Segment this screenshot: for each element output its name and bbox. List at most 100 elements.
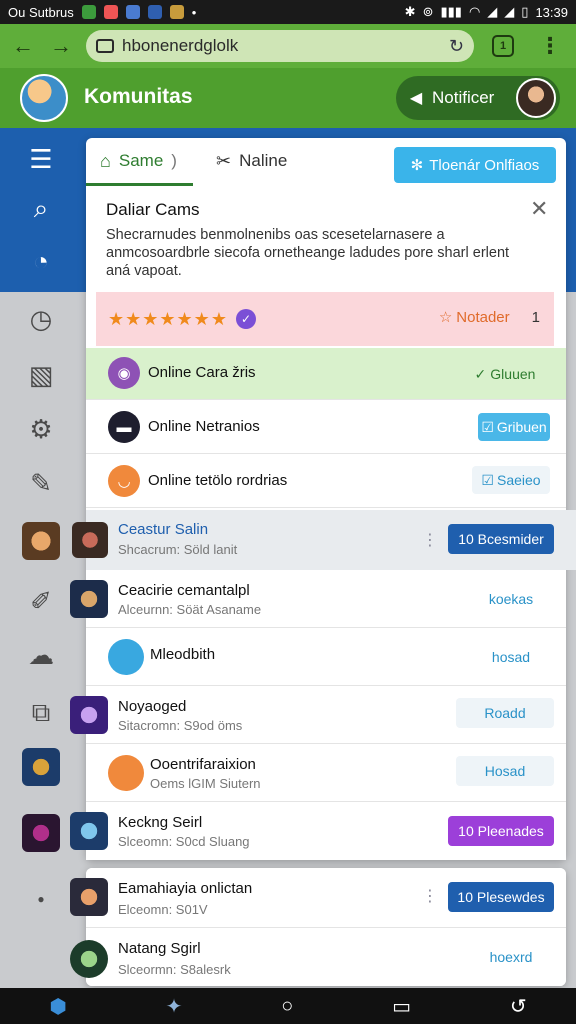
game-avatar[interactable] (22, 522, 60, 560)
drag-handle-icon[interactable]: ⋮ (422, 530, 438, 550)
row-action-button[interactable]: ☑ Gribuen (478, 413, 550, 441)
list-item[interactable]: Noyaoged Sitacromn: S9od öms Roadd (86, 686, 566, 744)
recents-icon[interactable]: ▭ (392, 994, 411, 1019)
game-avatar[interactable] (70, 696, 108, 734)
rating-count: 1 (531, 308, 540, 326)
menu-icon[interactable]: ☰ (22, 140, 60, 178)
profile-avatar[interactable] (516, 78, 556, 118)
game-avatar[interactable] (70, 940, 108, 978)
notification-label: Notificer (432, 88, 495, 107)
pencil-icon[interactable]: ✎ (22, 464, 60, 502)
wifi-icon: ◠ (468, 4, 481, 19)
item-name: Keckng Seirl (118, 814, 203, 831)
online-row[interactable]: ▬ Online Netranios ☑ Gribuen (86, 400, 566, 454)
game-icon: ◉ (108, 357, 140, 389)
user-avatar[interactable] (20, 74, 68, 122)
close-icon[interactable]: ✕ (530, 196, 548, 222)
edit-icon: ☑ (481, 471, 494, 488)
list-item[interactable]: Ooentrifaraixion Oems lGIM Siutern Hosad (86, 744, 566, 802)
browser-toolbar: ← → hbonenerdglolk ↻ 1 ⋮ (0, 24, 576, 68)
rotate-icon[interactable]: ↺ (510, 994, 527, 1019)
item-action-button[interactable]: Hosad (456, 756, 554, 786)
list-item[interactable]: Ceastur Salin Shcacrum: Söld lanit ⋮ 10 … (86, 510, 576, 570)
megaphone-icon: ◀ (409, 90, 423, 107)
rating-label: Notader (456, 308, 510, 326)
gear-icon[interactable]: ⚙ (22, 410, 60, 448)
game-avatar (108, 755, 144, 791)
item-action-button[interactable]: hosad (468, 642, 554, 672)
more-menu-icon[interactable]: ⋮ (538, 32, 562, 60)
row-label: Online Cara žris (148, 364, 256, 381)
carrier-label: Ou Sutbrus (8, 4, 74, 20)
game-avatar[interactable] (70, 878, 108, 916)
verified-icon: ✓ (235, 309, 256, 329)
copy-icon[interactable]: ⧉ (22, 694, 60, 732)
drag-handle-icon[interactable]: ⋮ (422, 886, 438, 906)
online-row[interactable]: ◡ Online tetölo rordrias ☑ Saeieo (86, 454, 566, 508)
action-label: Saeieo (496, 472, 541, 488)
list-item[interactable]: Ceacirie cemantalpl Alceurnn: Söät Asana… (86, 570, 566, 628)
app-icon[interactable]: ⬢ (49, 994, 66, 1019)
item-subtitle: Elceomn: S01V (118, 902, 208, 917)
dialog-description: Shecrarnudes benmolnenibs oas scesetelar… (106, 227, 510, 279)
item-name: Ceastur Salin (118, 521, 209, 538)
dialog-title: Daliar Cams (106, 200, 200, 219)
star-icon: ☆ (438, 309, 453, 326)
game-avatar[interactable] (22, 748, 60, 786)
item-action-button[interactable]: 10 Plesewdes (448, 882, 554, 912)
button-label: Tloenár Onlfiaos (429, 156, 540, 174)
app-header: Komunitas ◀ Notificer (0, 68, 576, 128)
item-name: Natang Sgirl (118, 940, 201, 957)
item-action-button[interactable]: 10 Bcesmider (448, 524, 554, 554)
action-label: Gluuen (490, 366, 536, 382)
row-label: Online tetölo rordrias (148, 472, 288, 489)
item-subtitle: Shcacrum: Söld lanit (118, 542, 238, 557)
row-action-button[interactable]: ✓ Gluuen (460, 360, 550, 388)
item-name: Noyaoged (118, 698, 187, 715)
rating-summary[interactable]: ☆ Notader 1 (438, 308, 540, 327)
star-rating: ★★★★★★★ (108, 308, 228, 329)
list-item[interactable]: Mleodbith hosad (86, 628, 566, 686)
page-title: Komunitas (84, 85, 193, 108)
edit-icon[interactable]: ✐ (22, 582, 60, 620)
item-action-button[interactable]: hoexrd (468, 942, 554, 972)
filter-online-button[interactable]: ✻ Tloenár Onlfiaos (394, 147, 556, 183)
row-action-button[interactable]: ☑ Saeieo (472, 466, 550, 494)
signal-icon: ▮▮▮ (440, 4, 462, 19)
item-action-button[interactable]: 10 Pleenades (448, 816, 554, 846)
item-action-button[interactable]: koekas (468, 584, 554, 614)
tab-game[interactable]: ⌂ Same ) (86, 138, 193, 186)
game-avatar[interactable] (70, 812, 108, 850)
compass-icon[interactable]: ◔ (22, 242, 60, 280)
list-item[interactable]: Eamahiayia onlictan Elceomn: S01V ⋮ 10 P… (86, 868, 566, 928)
game-avatar[interactable] (22, 814, 60, 852)
game-icon: ▬ (108, 411, 140, 443)
home-circle-icon[interactable]: ○ (281, 995, 293, 1018)
forward-arrow-icon[interactable]: → (42, 24, 80, 68)
rating-row: ★★★★★★★ ✓ ☆ Notader 1 (96, 292, 554, 346)
list-item[interactable]: Natang Sgirl Slceormn: S8alesrk hoexrd (86, 928, 566, 986)
chart-icon[interactable]: ▧ (22, 356, 60, 394)
game-avatar[interactable] (72, 522, 108, 558)
game-avatar[interactable] (70, 580, 108, 618)
list-item[interactable]: Keckng Seirl Slceomn: S0cd Sluang 10 Ple… (86, 802, 566, 860)
reload-icon[interactable]: ↻ (449, 36, 464, 57)
search-icon[interactable]: ⌕ (22, 190, 60, 228)
tab-switcher-button[interactable]: 1 (492, 35, 514, 57)
item-action-button[interactable]: Roadd (456, 698, 554, 728)
notification-button[interactable]: ◀ Notificer (396, 76, 560, 120)
games-panel-secondary: Eamahiayia onlictan Elceomn: S01V ⋮ 10 P… (86, 868, 566, 986)
tab-label: Naline (239, 151, 288, 170)
tab-online[interactable]: ✂ Naline (216, 138, 287, 184)
url-text: hbonenerdglolk (122, 36, 239, 55)
check-icon: ✓ (474, 365, 487, 382)
app-icon[interactable]: ✦ (166, 994, 183, 1019)
clock-icon[interactable]: ◷ (22, 300, 60, 338)
address-bar[interactable]: hbonenerdglolk ↻ (86, 30, 474, 62)
tools-icon: ✂ (216, 150, 232, 171)
item-name: Ceacirie cemantalpl (118, 582, 250, 599)
game-avatar (108, 639, 144, 675)
chat-icon[interactable]: ☁ (22, 636, 60, 674)
back-arrow-icon[interactable]: ← (4, 24, 42, 68)
online-row[interactable]: ◉ Online Cara žris ✓ Gluuen (86, 348, 566, 400)
